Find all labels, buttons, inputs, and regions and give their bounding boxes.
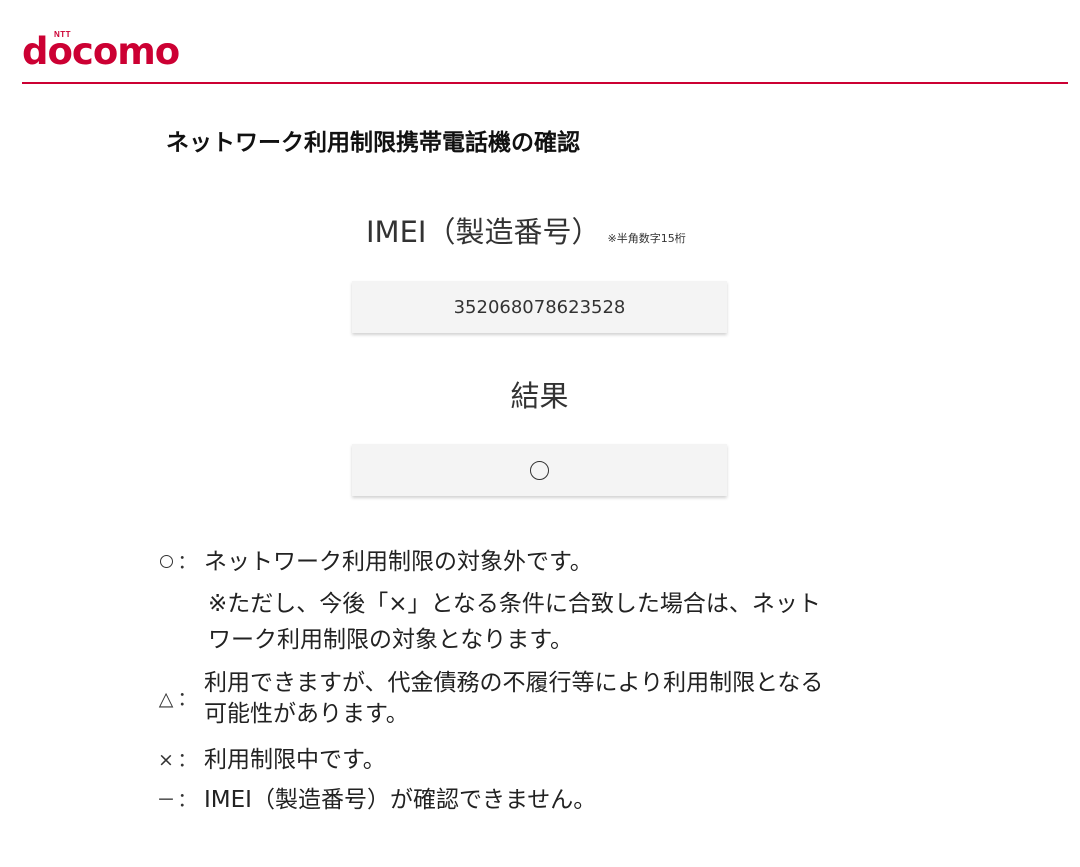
legend-circle-text: ネットワーク利用制限の対象外です。	[204, 549, 593, 575]
logo-wordmark: docomo	[22, 30, 180, 73]
legend-triangle-text-line2: 可能性があります。	[204, 701, 409, 727]
result-label: 結果	[510, 379, 569, 413]
legend-colon: ：	[177, 688, 197, 710]
docomo-logo[interactable]: NTT docomo	[22, 28, 192, 78]
legend-cross-text: 利用制限中です。	[204, 747, 386, 773]
legend-dash-icon: －	[156, 789, 176, 811]
legend-triangle-text-line1: 利用できますが、代金債務の不履行等により利用制限となる	[204, 670, 824, 696]
legend-colon: ：	[177, 789, 197, 811]
header-divider	[22, 82, 1068, 84]
imei-label-row: IMEI（製造番号） ※半角数字15桁	[366, 212, 686, 259]
result-circle-icon	[530, 460, 549, 480]
site-header: NTT docomo	[0, 0, 1080, 84]
legend-circle-note-line2: ワーク利用制限の対象となります。	[208, 627, 574, 653]
imei-note: ※半角数字15桁	[607, 232, 686, 245]
page-title: ネットワーク利用制限携帯電話機の確認	[166, 130, 580, 156]
legend-circle-note: ※ただし、今後「×」となる条件に合致した場合は、ネット ワーク利用制限の対象とな…	[208, 586, 821, 658]
legend-item-circle: ： ネットワーク利用制限の対象外です。	[156, 542, 593, 582]
legend-circle-icon	[156, 542, 176, 582]
imei-value: 352068078623528	[453, 296, 626, 318]
legend-colon: ：	[177, 749, 197, 771]
legend-item-cross: × ： 利用制限中です。	[156, 740, 386, 780]
legend-colon: ：	[177, 551, 197, 573]
legend-circle-note-line1: ※ただし、今後「×」となる条件に合致した場合は、ネット	[208, 591, 821, 617]
imei-value-field: 352068078623528	[352, 281, 727, 333]
result-field	[352, 444, 727, 496]
imei-label: IMEI（製造番号）	[366, 215, 601, 249]
legend-triangle-icon: △	[158, 688, 174, 710]
legend-dash-text: IMEI（製造番号）が確認できません。	[204, 787, 597, 813]
legend-item-triangle: △ ： 利用できますが、代金債務の不履行等により利用制限となる 可能性があります…	[156, 668, 824, 730]
legend-cross-icon: ×	[158, 749, 174, 771]
legend-item-dash: － ： IMEI（製造番号）が確認できません。	[156, 780, 596, 820]
